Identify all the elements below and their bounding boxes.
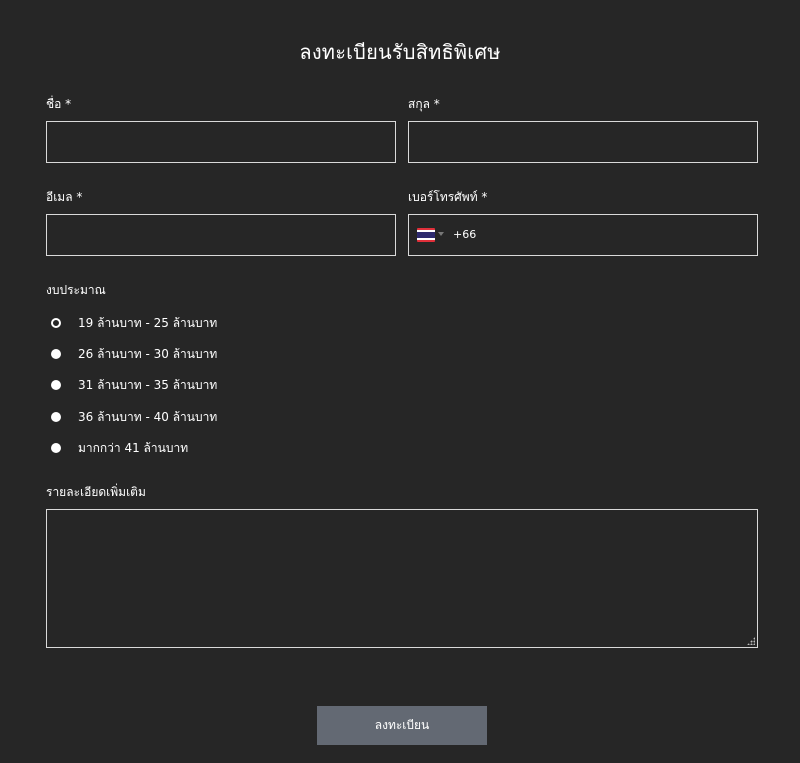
chevron-down-icon[interactable] (438, 232, 444, 236)
radio-label: 36 ล้านบาท - 40 ล้านบาท (78, 409, 218, 424)
page-title: ลงทะเบียนรับสิทธิพิเศษ (299, 40, 501, 64)
radio-label: มากกว่า 41 ล้านบาท (78, 440, 189, 455)
radio-button[interactable] (51, 443, 61, 453)
phone-field[interactable]: +66 (408, 214, 758, 256)
last-name-field[interactable] (408, 121, 758, 163)
radio-label: 31 ล้านบาท - 35 ล้านบาท (78, 377, 218, 392)
email-input[interactable] (47, 215, 395, 255)
radio-label: 26 ล้านบาท - 30 ล้านบาท (78, 346, 218, 361)
details-textarea[interactable] (47, 510, 757, 647)
radio-button-selected[interactable] (51, 318, 61, 328)
dial-code: +66 (453, 228, 477, 241)
email-label: อีเมล * (46, 190, 83, 204)
radio-button[interactable] (51, 349, 61, 359)
first-name-field[interactable] (46, 121, 396, 163)
phone-label: เบอร์โทรศัพท์ * (408, 190, 488, 204)
thailand-flag-icon[interactable] (417, 228, 435, 242)
last-name-input[interactable] (409, 122, 757, 162)
radio-label: 19 ล้านบาท - 25 ล้านบาท (78, 315, 218, 330)
details-label: รายละเอียดเพิ่มเติม (46, 485, 146, 499)
budget-option[interactable]: มากกว่า 41 ล้านบาท (51, 439, 188, 457)
submit-button[interactable]: ลงทะเบียน (317, 706, 487, 745)
budget-option[interactable]: 19 ล้านบาท - 25 ล้านบาท (51, 314, 217, 332)
budget-option[interactable]: 31 ล้านบาท - 35 ล้านบาท (51, 376, 217, 394)
budget-option[interactable]: 26 ล้านบาท - 30 ล้านบาท (51, 345, 217, 363)
last-name-label: สกุล * (408, 97, 440, 111)
radio-button[interactable] (51, 412, 61, 422)
budget-option[interactable]: 36 ล้านบาท - 40 ล้านบาท (51, 408, 217, 426)
email-field[interactable] (46, 214, 396, 256)
budget-label: งบประมาณ (46, 283, 106, 297)
radio-button[interactable] (51, 380, 61, 390)
first-name-label: ชื่อ * (46, 97, 72, 111)
details-field[interactable] (46, 509, 758, 648)
first-name-input[interactable] (47, 122, 395, 162)
